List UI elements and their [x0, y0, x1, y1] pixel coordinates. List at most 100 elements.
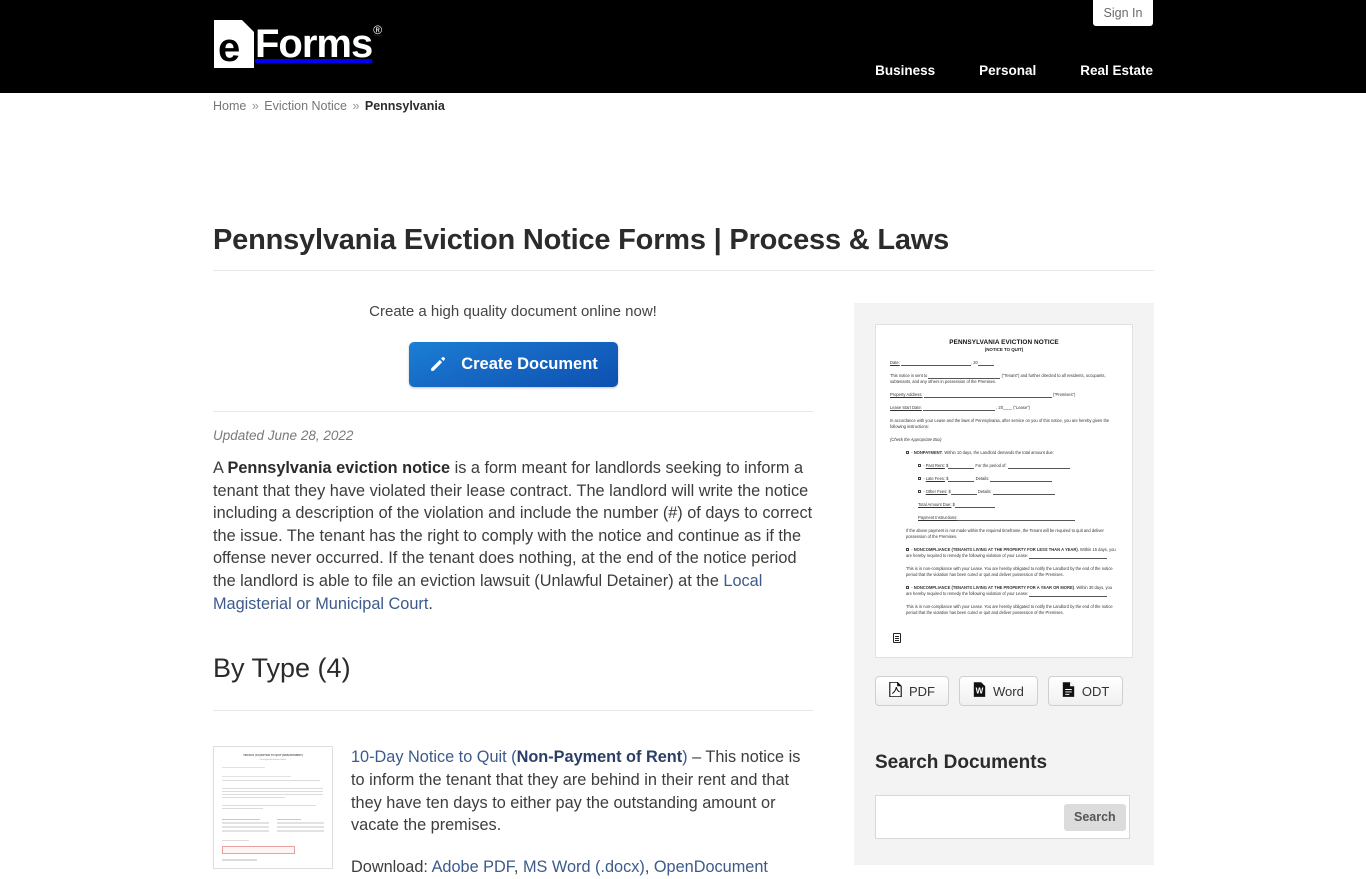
breadcrumb: Home » Eviction Notice » Pennsylvania [213, 99, 445, 113]
logo-registered-mark: ® [373, 23, 383, 37]
breadcrumb-eviction-notice[interactable]: Eviction Notice [264, 99, 347, 113]
svg-text:W: W [976, 687, 984, 696]
preview-payment-instructions-label: Payment Instructions: [918, 515, 958, 520]
download-buttons: PDF W Word ODT [875, 676, 1133, 706]
create-document-button[interactable]: Create Document [408, 342, 618, 387]
checkbox-icon [918, 489, 922, 493]
breadcrumb-home[interactable]: Home [213, 99, 246, 113]
preview-notice-paragraph: This notice is sent to (“Tenant”) and fu… [890, 373, 1118, 385]
preview-payment-instructions-row: Payment Instructions: [918, 515, 1118, 521]
preview-noncompliance-less-title: NONCOMPLIANCE (TENANTS LIVING AT THE PRO… [913, 547, 1078, 552]
document-preview[interactable]: PENNSYLVANIA EVICTION NOTICE (NOTICE TO … [875, 324, 1133, 658]
preview-past-rent-label: Past Rent: [925, 463, 945, 468]
download-word-button[interactable]: W Word [959, 676, 1038, 706]
download-word-label: Word [993, 683, 1024, 699]
preview-property-row: Property Address: (“Premises”) [890, 392, 1118, 398]
intro-text-1: A [213, 459, 228, 477]
updated-date: Updated June 28, 2022 [213, 428, 354, 443]
download-line: Download: Adobe PDF, MS Word (.docx), Op… [351, 857, 768, 876]
intro-paragraph: A Pennsylvania eviction notice is a form… [213, 457, 813, 615]
search-documents-heading: Search Documents [875, 752, 1048, 773]
checkbox-icon [906, 547, 910, 551]
list-item: TEN DAY (10) NOTICE TO QUIT (NON-PAYMENT… [213, 746, 813, 879]
primary-navigation: Business Personal Real Estate [875, 63, 1153, 78]
search-button[interactable]: Search [1064, 803, 1126, 831]
preview-lease-row: Lease Start Date: , 20____ (“Lease”) [890, 405, 1118, 411]
preview-noncompliance-more-title: NONCOMPLIANCE (TENANTS LIVING AT THE PRO… [913, 585, 1075, 590]
sign-in-button[interactable]: Sign In [1093, 0, 1153, 26]
preview-other-fees-label: Other Fees: [925, 489, 948, 494]
preview-nonpayment-text: . Within 10 days, the Landlord demands t… [942, 450, 1054, 455]
intro-text-3: . [428, 594, 433, 613]
preview-ifabove-paragraph: If the above payment is not made within … [906, 528, 1104, 539]
download-word-link[interactable]: MS Word (.docx) [523, 858, 645, 876]
nav-item-personal[interactable]: Personal [979, 63, 1036, 78]
thumbnail-highlight-box [222, 846, 296, 855]
preview-noncompliance-paragraph-2: This is in non-compliance with your Leas… [906, 604, 1113, 615]
checkbox-icon [918, 476, 922, 480]
site-header: Sign In e Forms ® Business Personal Real… [0, 0, 1366, 93]
preview-accordance-paragraph: In accordance with your Lease and the la… [890, 418, 1110, 429]
page-title: Pennsylvania Eviction Notice Forms | Pro… [213, 224, 950, 256]
preview-lease-tail: , 20____ (“Lease”) [996, 405, 1030, 410]
logo-letter-e: e [218, 26, 240, 70]
intro-text-2: is a form meant for landlords seeking to… [213, 459, 813, 590]
preview-other-fees-row: - Other Fees: $ Details: [918, 489, 1118, 495]
checkbox-icon [918, 463, 922, 467]
preview-date-row: Date: , 20 [890, 360, 1118, 366]
pdf-file-icon [889, 681, 902, 700]
notice-type-link[interactable]: 10-Day Notice to Quit (Non-Payment of Re… [351, 748, 688, 766]
preview-noncompliance-less-row: - NONCOMPLIANCE (TENANTS LIVING AT THE P… [906, 547, 1116, 559]
preview-past-rent-tail: For the period of: [975, 463, 1007, 468]
preview-nonpayment-row: - NONPAYMENT. Within 10 days, the Landlo… [906, 450, 1118, 456]
preview-date-label: Date: [890, 360, 900, 365]
preview-total-due-row: Total Amount Due: $ [918, 502, 1118, 508]
notice-link-bold: Non-Payment of Rent [516, 748, 683, 767]
preview-late-fees-row: - Late Fees: $ Details: [918, 476, 1118, 482]
sidebar: PENNSYLVANIA EVICTION NOTICE (NOTICE TO … [854, 303, 1154, 865]
cta-button-wrapper: Create Document [213, 342, 813, 387]
nav-item-business[interactable]: Business [875, 63, 935, 78]
create-document-label: Create Document [461, 355, 598, 373]
preview-date-year: , 20 [970, 360, 978, 365]
preview-lease-label: Lease Start Date: [890, 405, 922, 410]
preview-noncompliance-more-row: - NONCOMPLIANCE (TENANTS LIVING AT THE P… [906, 585, 1113, 597]
logo-wordmark: Forms [255, 22, 373, 66]
nav-item-real-estate[interactable]: Real Estate [1080, 63, 1153, 78]
preview-property-tail: (“Premises”) [1052, 392, 1076, 397]
notice-description: 10-Day Notice to Quit (Non-Payment of Re… [351, 746, 813, 879]
download-pdf-label: PDF [909, 683, 935, 699]
document-file-icon [893, 633, 901, 643]
pencil-icon [428, 355, 447, 374]
download-odt-label: ODT [1081, 683, 1110, 699]
breadcrumb-current: Pennsylvania [364, 99, 445, 113]
intro-bold-term: Pennsylvania eviction notice [227, 459, 451, 477]
notice-thumbnail[interactable]: TEN DAY (10) NOTICE TO QUIT (NON-PAYMENT… [213, 746, 333, 870]
preview-late-fees-tail: Details: [975, 476, 990, 481]
preview-late-fees-label: Late Fees: [925, 476, 946, 481]
search-box: Search [875, 795, 1130, 839]
preview-past-rent-row: - Past Rent: $ For the period of: [918, 463, 1118, 469]
checkbox-icon [906, 585, 910, 589]
preview-title: PENNSYLVANIA EVICTION NOTICE [949, 339, 1059, 346]
title-divider [213, 270, 1154, 271]
logo-document-icon: e [214, 20, 254, 68]
download-odt-link[interactable]: OpenDocument [654, 858, 768, 876]
by-type-heading: By Type (4) [213, 653, 351, 684]
download-pdf-button[interactable]: PDF [875, 676, 949, 706]
download-pdf-link[interactable]: Adobe PDF [432, 858, 514, 876]
download-label: Download: [351, 857, 432, 876]
preview-subtitle: (NOTICE TO QUIT) [984, 347, 1024, 352]
checkbox-icon [906, 450, 910, 454]
preview-notice-text-1: This notice is sent to [890, 373, 929, 378]
search-input[interactable] [876, 797, 1064, 837]
cta-tagline: Create a high quality document online no… [369, 303, 657, 320]
download-odt-button[interactable]: ODT [1047, 676, 1124, 706]
by-type-divider [213, 710, 813, 712]
site-logo[interactable]: e Forms ® [214, 20, 382, 68]
preview-nonpayment-title: NONPAYMENT [913, 450, 943, 455]
thumbnail-subtitle: Pennsylvania Eviction Notice [259, 758, 287, 761]
notice-link-text: 10-Day Notice to Quit ( [351, 748, 517, 767]
main-content-column: Create a high quality document online no… [213, 293, 813, 879]
preview-check-box-note: (Check the Appropriate Box) [890, 437, 942, 442]
